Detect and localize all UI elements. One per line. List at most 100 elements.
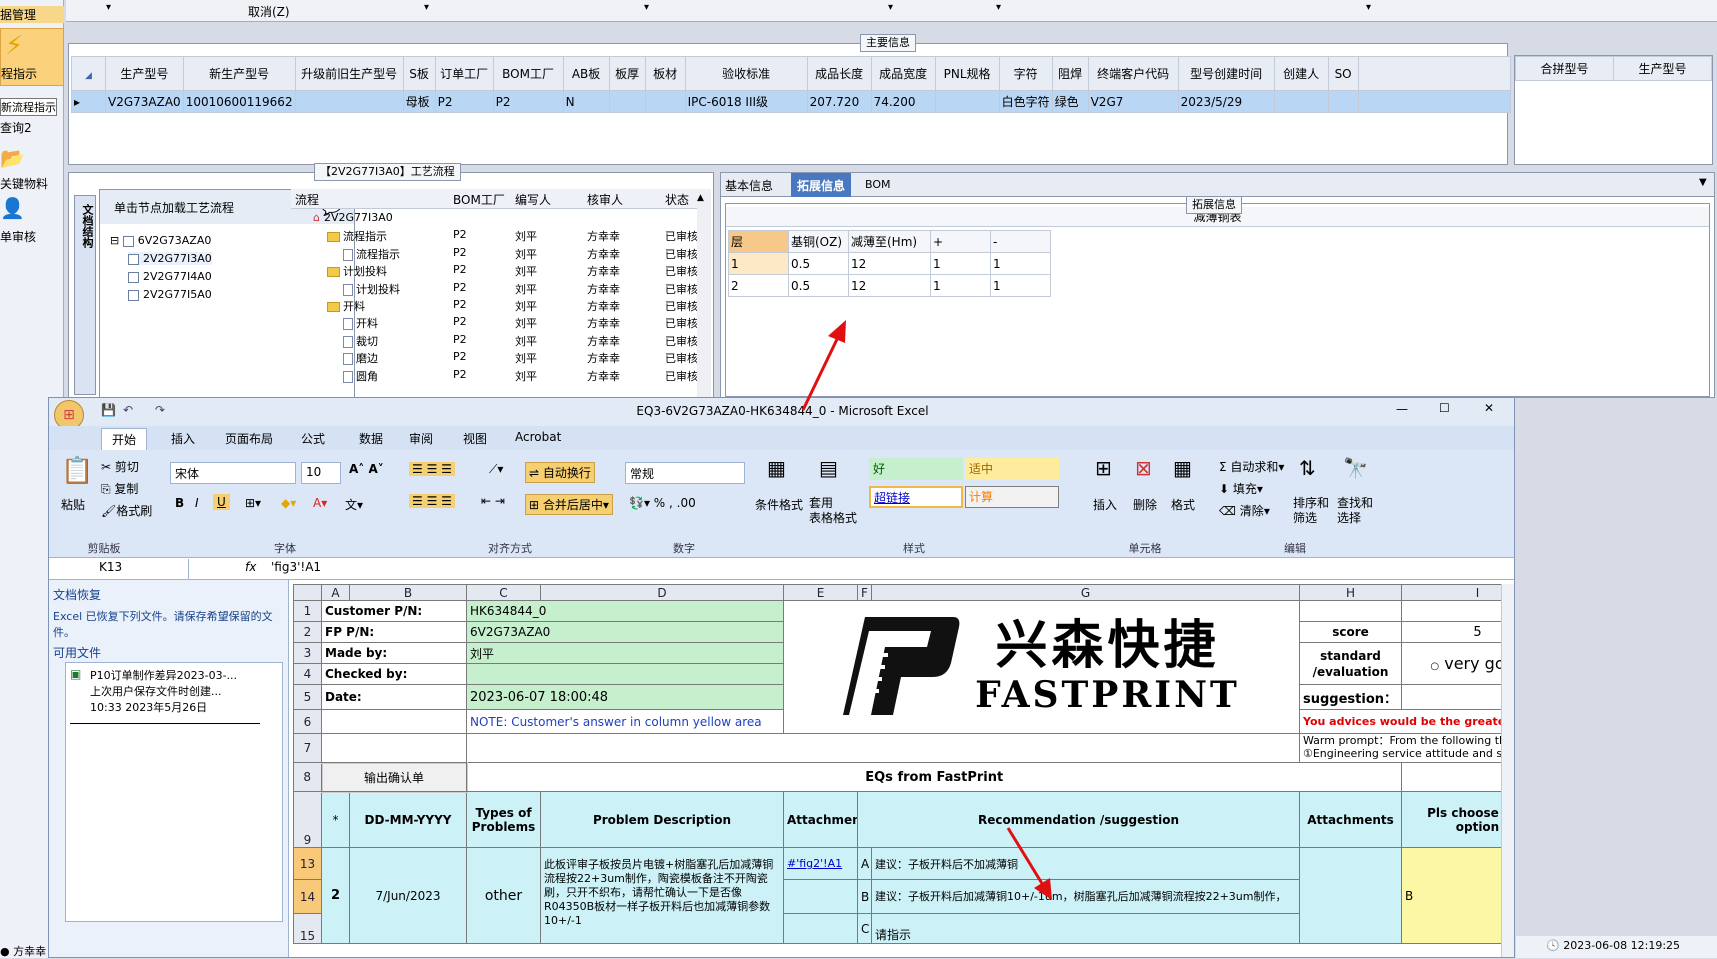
- eq-attachment-link[interactable]: #'fig2'!A1: [783, 847, 858, 880]
- cell[interactable]: 2V2G77I3A0: [324, 211, 393, 224]
- eq-date[interactable]: 7/Jun/2023: [349, 847, 467, 944]
- cell[interactable]: 1: [930, 252, 991, 275]
- col-header[interactable]: 层: [728, 230, 789, 253]
- row-header[interactable]: 4: [293, 663, 322, 685]
- style-calc[interactable]: 计算: [965, 486, 1059, 508]
- cell[interactable]: P2: [453, 333, 467, 346]
- conditional-format-icon[interactable]: ▦: [767, 456, 786, 480]
- row-header[interactable]: 13: [293, 847, 322, 880]
- maximize-icon[interactable]: ☐: [1439, 401, 1450, 415]
- col-title[interactable]: Types of Problems: [466, 791, 541, 848]
- col-title[interactable]: Attachment: [783, 791, 858, 848]
- vertical-scrollbar[interactable]: [1501, 584, 1514, 957]
- format-cells-button[interactable]: 格式: [1171, 496, 1195, 513]
- cell[interactable]: 方幸幸: [587, 298, 620, 314]
- advice-cell[interactable]: You advices would be the greatest pow: [1299, 709, 1514, 734]
- cell[interactable]: 方幸幸: [587, 333, 620, 349]
- cell[interactable]: 2: [728, 274, 789, 297]
- sort-filter-button[interactable]: 排序和 筛选: [1293, 496, 1329, 526]
- side-tab-doc-structure[interactable]: 文档结构: [74, 195, 96, 395]
- cell[interactable]: [321, 709, 467, 734]
- sort-filter-icon[interactable]: ⇅: [1299, 456, 1316, 480]
- align-middle-icon[interactable]: ☰ ☰ ☰: [409, 462, 455, 476]
- row-header[interactable]: 14: [293, 879, 322, 914]
- cell[interactable]: [321, 733, 467, 763]
- prompt-cell[interactable]: Warm prompt：From the following thre ①Engi…: [1299, 733, 1514, 763]
- col-header-E[interactable]: E: [783, 584, 858, 601]
- option-choice[interactable]: B: [1401, 847, 1514, 944]
- cell[interactable]: 已审核: [665, 333, 698, 349]
- indent-icon[interactable]: ⇤ ⇥: [481, 494, 505, 508]
- cell[interactable]: [1401, 762, 1514, 792]
- col-header-D[interactable]: D: [540, 584, 784, 601]
- col-header[interactable]: 创建人: [1273, 56, 1329, 91]
- col-header[interactable]: 字符: [998, 56, 1053, 91]
- col-header[interactable]: 生产型号: [105, 56, 184, 91]
- select-all-corner[interactable]: [293, 584, 322, 601]
- cell[interactable]: 计划投料: [343, 265, 387, 278]
- col-header[interactable]: 减薄至(Hm): [848, 230, 931, 253]
- cell[interactable]: 方幸幸: [587, 315, 620, 331]
- tab-7[interactable]: Acrobat: [505, 428, 571, 446]
- style-neutral[interactable]: 适中: [965, 458, 1059, 480]
- cell[interactable]: 方幸幸: [587, 281, 620, 297]
- cell[interactable]: [1401, 600, 1514, 622]
- row-header[interactable]: 8: [293, 762, 322, 792]
- cell[interactable]: 刘平: [515, 281, 537, 297]
- cell[interactable]: P2: [453, 281, 467, 294]
- cell[interactable]: 已审核: [665, 350, 698, 366]
- col-header-G[interactable]: G: [871, 584, 1300, 601]
- table-row[interactable]: 开料 P2 刘平 方幸幸 已审核: [291, 315, 698, 331]
- borders-icon[interactable]: ⊞▾: [245, 496, 261, 510]
- col-header[interactable]: 新生产型号: [182, 56, 296, 91]
- col-title[interactable]: Pls choose one option: [1401, 791, 1514, 848]
- cell[interactable]: 207.720: [806, 90, 872, 113]
- col-header[interactable]: 板厚: [608, 56, 646, 91]
- table-row[interactable]: 开料 P2 刘平 方幸幸 已审核: [291, 298, 698, 314]
- tree-node[interactable]: 2V2G77I4A0: [128, 270, 212, 283]
- attachments-cell[interactable]: [1299, 847, 1402, 944]
- cell[interactable]: 0.5: [788, 274, 849, 297]
- col-title[interactable]: *: [321, 791, 350, 848]
- recovery-file-item[interactable]: P10订单制作差异2023-03-...: [90, 667, 237, 683]
- table-row[interactable]: 流程指示 P2 刘平 方幸幸 已审核: [291, 246, 698, 262]
- cell[interactable]: N: [562, 90, 610, 113]
- cell[interactable]: P2: [492, 90, 564, 113]
- output-confirm-button[interactable]: 输出确认单: [320, 761, 468, 793]
- standard-label[interactable]: standard /evaluation: [1299, 642, 1402, 685]
- cell[interactable]: 开料: [343, 300, 365, 313]
- cell[interactable]: 0.5: [788, 252, 849, 275]
- cell[interactable]: 绿色: [1051, 90, 1089, 113]
- cell[interactable]: 开料: [356, 317, 378, 330]
- checkbox[interactable]: [122, 235, 134, 247]
- row-header[interactable]: 15: [293, 913, 322, 944]
- col-header[interactable]: SO: [1327, 56, 1359, 91]
- paste-button[interactable]: 粘贴: [61, 496, 85, 513]
- tab-basic-info[interactable]: 基本信息: [725, 177, 773, 194]
- col-header-A[interactable]: A: [321, 584, 350, 601]
- close-icon[interactable]: ✕: [1484, 401, 1494, 415]
- table-row[interactable]: 流程指示 P2 刘平 方幸幸 已审核: [291, 228, 698, 244]
- delete-cells-icon[interactable]: ⊠: [1135, 456, 1152, 480]
- cell[interactable]: 已审核: [665, 298, 698, 314]
- cell[interactable]: 12: [848, 252, 931, 275]
- row-header[interactable]: 3: [293, 642, 322, 664]
- cancel-button[interactable]: 取消(Z): [248, 3, 290, 20]
- cell[interactable]: [644, 90, 686, 113]
- cell[interactable]: P2: [453, 368, 467, 381]
- sidebar-item-data-mgmt[interactable]: 据管理: [0, 6, 64, 23]
- row-header[interactable]: 5: [293, 684, 322, 710]
- fx-icon[interactable]: fx: [245, 560, 256, 574]
- cell[interactable]: 10010600119662: [182, 90, 296, 113]
- cell[interactable]: 刘平: [515, 350, 537, 366]
- col-header[interactable]: +: [930, 230, 991, 253]
- col-header[interactable]: 编写人: [515, 191, 551, 208]
- sidebar-item-query2[interactable]: 查询2: [0, 119, 32, 136]
- chevron-up-icon[interactable]: ▲: [697, 193, 704, 203]
- radio-icon[interactable]: ○: [1430, 661, 1439, 672]
- col-header[interactable]: 核审人: [587, 191, 623, 208]
- col-header[interactable]: 合拼型号: [1515, 56, 1614, 81]
- col-header[interactable]: 验收标准: [684, 56, 808, 91]
- cell[interactable]: 方幸幸: [587, 350, 620, 366]
- cell[interactable]: 74.200: [870, 90, 936, 113]
